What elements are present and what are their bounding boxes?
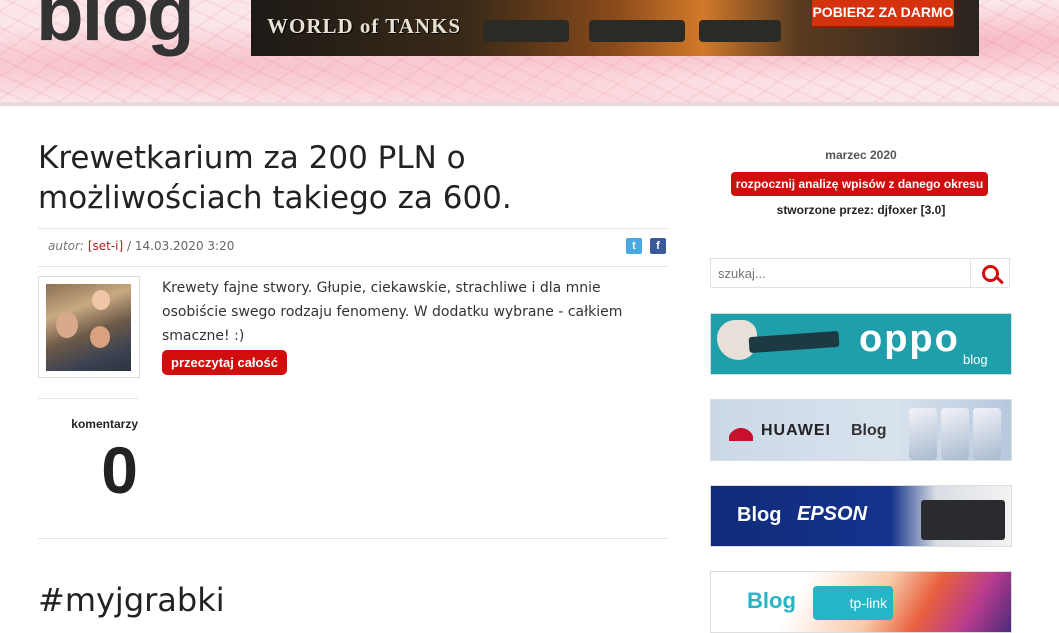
avatar [46, 284, 131, 371]
huawei-logo-icon [729, 421, 753, 441]
comments-count: 0 [101, 433, 138, 507]
author-prefix: autor: [48, 239, 84, 253]
ad-label: Blog [851, 422, 887, 439]
ad-label: blog [963, 352, 988, 367]
ad-label: Blog [747, 588, 796, 613]
archive-month: marzec 2020 [825, 148, 897, 162]
banner-brand: WORLD of TANKS [267, 14, 462, 38]
post-meta: autor: [set-i] / 14.03.2020 3:20 t f [38, 228, 668, 267]
world-of-tanks-banner[interactable]: WORLD of TANKS POBIERZ ZA DARMO [251, 0, 979, 56]
post-thumbnail[interactable] [38, 276, 140, 378]
ad-brand: oppo [859, 318, 960, 360]
tank-image [483, 20, 569, 42]
epson-blog-ad[interactable]: Blog EPSON [710, 485, 1012, 547]
banner-cta-button[interactable]: POBIERZ ZA DARMO [812, 0, 954, 28]
twitter-icon[interactable]: t [626, 238, 642, 254]
search-input[interactable] [711, 259, 975, 287]
search-box [710, 258, 1010, 288]
printer-image [921, 500, 1005, 540]
post-info: autor: [set-i] / 14.03.2020 3:20 [48, 239, 234, 253]
oppo-blog-ad[interactable]: oppo blog [710, 313, 1012, 375]
post-divider [38, 538, 668, 539]
analyze-period-button[interactable]: rozpocznij analizę wpisów z danego okres… [731, 172, 988, 196]
ad-label: Blog [737, 504, 782, 526]
site-logo[interactable]: blog [36, 0, 195, 52]
post-excerpt: Krewety fajne stwory. Głupie, ciekawskie… [162, 280, 623, 344]
ad-brand: HUAWEI [761, 422, 831, 439]
ad-brand: EPSON [797, 503, 868, 525]
tplink-blog-ad[interactable]: Blog tp-link [710, 571, 1012, 633]
read-more-button[interactable]: przeczytaj całość [162, 350, 287, 375]
ad-brand: tp-link [813, 586, 893, 620]
comments-label: komentarzy [71, 417, 138, 431]
comments-box[interactable]: komentarzy 0 [38, 398, 138, 511]
post-title[interactable]: Krewetkarium za 200 PLN o możliwościach … [38, 138, 598, 218]
huawei-blog-ad[interactable]: HUAWEI Blog [710, 399, 1012, 461]
search-button[interactable] [970, 259, 1009, 287]
post-date: / 14.03.2020 3:20 [127, 239, 235, 253]
site-header: blog WORLD of TANKS POBIERZ ZA DARMO [0, 0, 1059, 106]
next-post-title[interactable]: #myjgrabki [38, 580, 225, 620]
tank-image [589, 20, 685, 42]
author-link[interactable]: [set-i] [88, 239, 123, 253]
facebook-icon[interactable]: f [650, 238, 666, 254]
created-by: stworzone przez: djfoxer [3.0] [776, 203, 946, 217]
tank-image [699, 20, 781, 42]
